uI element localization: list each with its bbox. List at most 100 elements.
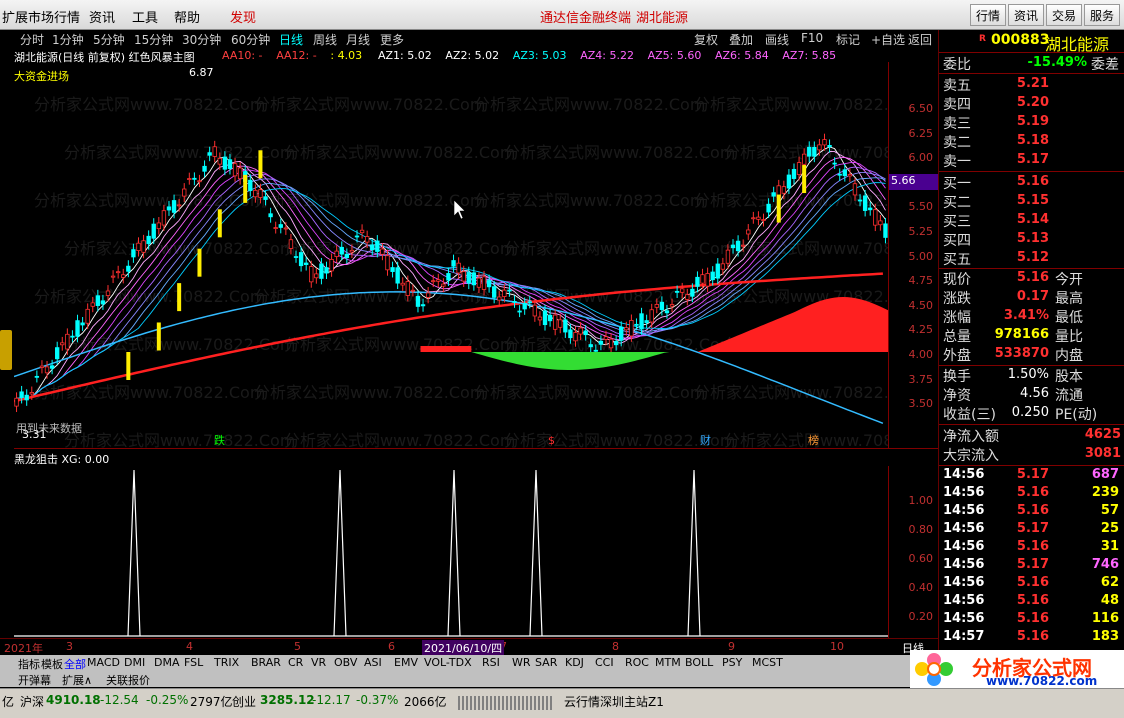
candle-body [466, 272, 471, 284]
period-tab-15m[interactable]: 15分钟 [134, 31, 173, 48]
candle-body [115, 271, 121, 274]
left-panel-handle[interactable] [0, 330, 12, 370]
period-tab-1m[interactable]: 1分钟 [52, 31, 84, 48]
indicator-tab[interactable]: VR [311, 656, 326, 669]
menu-news[interactable]: 资讯 [89, 7, 115, 26]
ask-level-price[interactable]: 5.21 [995, 76, 1049, 91]
btn-info[interactable]: 资讯 [1008, 4, 1045, 26]
stat-value: 533870 [994, 346, 1049, 361]
indicator-tab[interactable]: OBV [334, 656, 357, 669]
toolbar-mark[interactable]: 标记 [836, 31, 860, 48]
indicator-tab[interactable]: EMV [394, 656, 418, 669]
btn-service[interactable]: 服务 [1084, 4, 1121, 26]
toolbar-overlay[interactable]: 叠加 [729, 31, 753, 48]
toolbar-draw[interactable]: 画线 [765, 31, 789, 48]
bid-level-price[interactable]: 5.15 [995, 193, 1049, 208]
tab-expand[interactable]: 扩展∧ [62, 672, 92, 688]
candle-body [847, 174, 853, 177]
event-marker[interactable]: 榜 [808, 433, 819, 447]
indicator-tab[interactable]: BOLL [685, 656, 713, 669]
event-marker[interactable]: 财 [700, 433, 711, 447]
indicator-tab[interactable]: MACD [87, 656, 120, 669]
tick-volume: 48 [1100, 593, 1119, 608]
watermark: 分析家公式网www.70822.Com [284, 335, 515, 354]
period-tab-5m[interactable]: 5分钟 [93, 31, 125, 48]
indicator-tab[interactable]: 全部 [64, 656, 86, 672]
candle-body [425, 292, 431, 298]
indicator-tab[interactable]: SAR [535, 656, 557, 669]
btn-quotes[interactable]: 行情 [970, 4, 1007, 26]
candle-body [629, 319, 634, 337]
indicator-tab[interactable]: KDJ [565, 656, 584, 669]
ask-level-price[interactable]: 5.17 [995, 152, 1049, 167]
tab-related-quote[interactable]: 关联报价 [106, 672, 150, 688]
period-tab-ts[interactable]: 分时 [20, 31, 44, 48]
indicator-tab[interactable]: ROC [625, 656, 649, 669]
candle-body [304, 262, 309, 265]
indicator-tab[interactable]: MCST [752, 656, 783, 669]
indicator-tab[interactable]: DMI [124, 656, 145, 669]
indicator-tab[interactable]: WR [512, 656, 531, 669]
indicator-tab[interactable]: DMA [154, 656, 180, 669]
menu-market[interactable]: 扩展市场行情 [2, 7, 80, 26]
tab-danmaku[interactable]: 开弹幕 [18, 672, 51, 688]
stat-label-right: 量比 [1055, 329, 1083, 345]
menu-help[interactable]: 帮助 [174, 7, 200, 26]
indicator-tab[interactable]: VOL-TDX [424, 656, 472, 669]
bid-level-price[interactable]: 5.12 [995, 250, 1049, 265]
indicator-tab[interactable]: MTM [655, 656, 681, 669]
indicator-tab[interactable]: RSI [482, 656, 500, 669]
period-tab-week[interactable]: 周线 [313, 31, 337, 48]
indicator-tab[interactable]: FSL [184, 656, 203, 669]
price-tick: 4.00 [908, 348, 934, 361]
menu-tools[interactable]: 工具 [132, 7, 158, 26]
period-tab-month[interactable]: 月线 [346, 31, 370, 48]
toolbar-back[interactable]: 返回 [908, 31, 932, 48]
sub-chart[interactable] [14, 466, 888, 638]
candle-body [436, 279, 441, 282]
bid-level-price[interactable]: 5.14 [995, 212, 1049, 227]
ask-level-price[interactable]: 5.20 [995, 95, 1049, 110]
candle-body [857, 199, 863, 202]
toolbar-fuquan[interactable]: 复权 [694, 31, 718, 48]
ask-level-price[interactable]: 5.18 [995, 133, 1049, 148]
watermark: 分析家公式网www.70822.Com [254, 287, 485, 306]
period-tab-30m[interactable]: 30分钟 [182, 31, 221, 48]
candle-body [613, 341, 619, 346]
status-sh-name[interactable]: 沪深 [20, 693, 44, 710]
candle-body [751, 217, 756, 220]
future-data-notice: 用到未来数据 [16, 421, 82, 435]
logo-url: www.70822.com [986, 674, 1098, 688]
stat-value: 978166 [994, 327, 1049, 342]
indicator-tab[interactable]: 模板 [41, 656, 63, 672]
bid-level-label: 买三 [943, 214, 971, 230]
tick-list[interactable]: 14:56 5.17 687 14:56 5.16 239 14:56 5.16 57 14:56… [939, 467, 1124, 650]
indicator-tab[interactable]: 指标 [18, 656, 40, 672]
menu-discover[interactable]: 发现 [230, 7, 256, 26]
status-bar: 亿 沪深 4910.18 -12.54 -0.25% 2797亿 创业 3285… [0, 688, 1124, 718]
event-marker[interactable]: $ [548, 434, 555, 447]
indicator-tab[interactable]: TRIX [214, 656, 239, 669]
period-tab-more[interactable]: 更多 [380, 31, 404, 48]
candle-body [822, 139, 827, 146]
status-sh-amount: 2797亿 [190, 695, 233, 709]
indicator-tab[interactable]: ASI [364, 656, 382, 669]
bid-level-price[interactable]: 5.16 [995, 174, 1049, 189]
status-cy-name[interactable]: 创业 [232, 693, 256, 710]
toolbar-add-fav[interactable]: +自选 [871, 31, 905, 48]
indicator-tab[interactable]: PSY [722, 656, 742, 669]
indicator-tab[interactable]: CR [288, 656, 303, 669]
btn-trade[interactable]: 交易 [1046, 4, 1083, 26]
bid-level-price[interactable]: 5.13 [995, 231, 1049, 246]
indicator-tab[interactable]: CCI [595, 656, 614, 669]
period-tab-day[interactable]: 日线 [279, 31, 303, 48]
tick-time: 14:56 [943, 611, 985, 626]
period-tab-60m[interactable]: 60分钟 [231, 31, 270, 48]
chart-title-line: 湖北能源(日线 前复权) 红色风暴主图 AA10: - AA12: -: 4.03… [14, 49, 888, 64]
indicator-tab[interactable]: BRAR [251, 656, 281, 669]
toolbar-f10[interactable]: F10 [801, 31, 823, 45]
kline-chart[interactable]: 分析家公式网www.70822.Com分析家公式网www.70822.Com分析… [14, 62, 888, 448]
event-marker[interactable]: 跌 [214, 433, 225, 447]
ask-level-price[interactable]: 5.19 [995, 114, 1049, 129]
candle-body [644, 320, 649, 323]
